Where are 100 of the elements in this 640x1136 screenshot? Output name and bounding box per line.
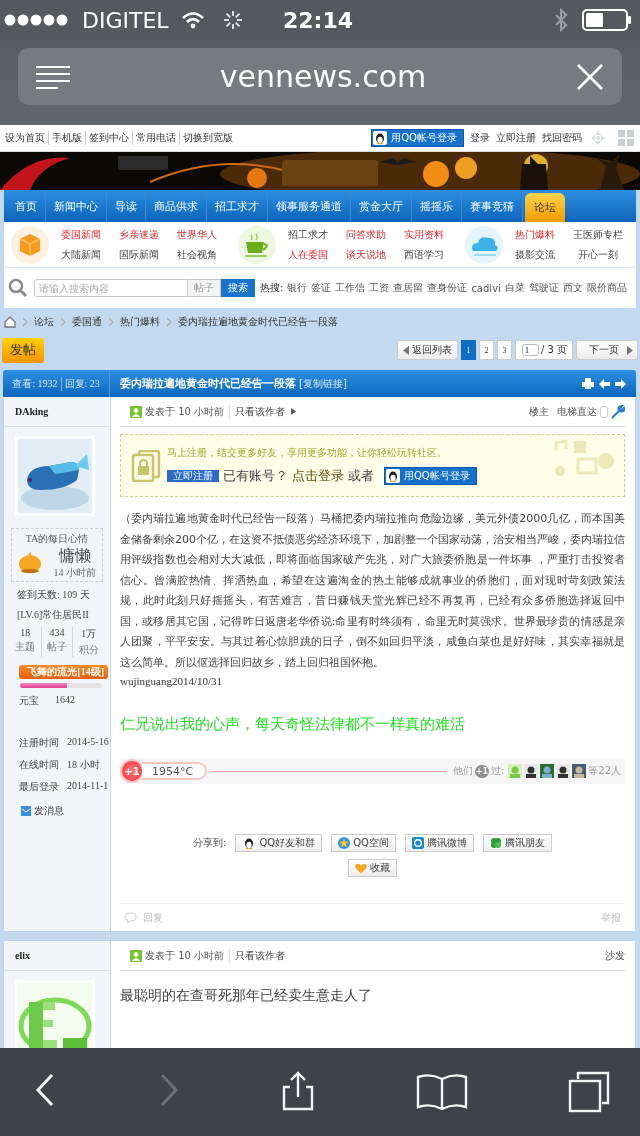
category-link[interactable]: 王医师专栏 [573,227,623,242]
top-link[interactable]: 切换到宽版 [179,131,236,145]
top-link[interactable]: 手机版 [48,131,85,145]
hot-search-link[interactable]: 白菜 [504,281,525,295]
category-link[interactable]: 大陆新闻 [61,247,101,262]
top-link[interactable]: 常用电话 [132,131,179,145]
page-total: / 3 页 [540,343,567,357]
hot-search-link[interactable]: 西文 [562,281,583,295]
page-button[interactable]: 2 [478,340,494,360]
hot-search-link[interactable]: 银行 [287,281,308,295]
hot-search-link[interactable]: 查身份证 [427,281,468,295]
star-icon [338,837,351,849]
category-link[interactable]: 世界华人 [177,227,217,242]
hot-search-link[interactable]: 限价商品 [586,281,627,295]
reply-icon [124,912,137,923]
mail-icon [21,806,31,816]
lock-icon [131,449,161,482]
hot-search-link[interactable]: 工资 [369,281,390,295]
rated-by-label: 他们 [452,764,473,778]
login-link[interactable]: 点击登录 [292,467,344,485]
category-link[interactable]: 国际新闻 [119,247,159,262]
hot-search-link[interactable]: 工作信 [335,281,366,295]
hot-search-link[interactable]: cadivi [471,282,501,294]
wrench-icon[interactable] [611,404,625,419]
category-link[interactable]: 开心一刻 [578,247,618,262]
plus-one-mark: +1 [474,764,489,778]
hot-search-label: 热搜: [260,281,284,295]
menu-icon[interactable] [36,64,70,89]
floor-jump-link[interactable]: 电梯直达 [557,404,597,419]
category-link[interactable]: 人在委国 [288,247,328,262]
book-icon[interactable] [416,1071,468,1113]
close-icon[interactable] [576,62,604,91]
share-button[interactable]: 腾讯朋友 [482,834,552,852]
register-button[interactable]: 立即注册 [167,470,219,482]
nav-tab[interactable]: 论坛 [525,193,565,222]
author-name[interactable]: elix [15,950,30,961]
account-link[interactable]: 登录 [470,131,490,145]
reply-count: 回复: 23 [60,376,103,391]
search-button[interactable]: 搜索 [221,279,255,297]
home-icon[interactable] [4,316,16,328]
page-button[interactable]: 1 [460,340,476,360]
share-button[interactable]: QQ空间 [331,834,396,852]
search-field[interactable]: 请输入搜索内容 [34,279,188,297]
author-name[interactable]: DAking [15,406,49,417]
qq-login-button[interactable]: 用QQ帐号登录 [371,129,464,147]
post-time: 发表于 10 小时前 [145,948,225,963]
qq-login-button[interactable]: 用QQ帐号登录 [384,467,477,485]
tabs-icon[interactable] [568,1071,610,1113]
page-button[interactable]: 3 [496,340,512,360]
or-text: 或者 [348,467,374,485]
category-link[interactable]: 社会视角 [177,247,217,262]
author-only-link[interactable]: 只看该作者 [229,948,286,963]
send-message-link[interactable]: 发消息 [21,804,110,818]
breadcrumb-link[interactable]: 热门爆料 [120,315,160,329]
category-link[interactable]: 乡亲速递 [119,227,159,242]
back-to-list-button[interactable]: 返回列表 [396,340,458,360]
share-icon[interactable] [280,1071,316,1113]
hot-search-link[interactable]: 签证 [311,281,332,295]
share-button[interactable]: 腾讯微博 [404,834,474,852]
category-link[interactable]: 实用资料 [404,227,444,242]
penguin-icon [373,131,388,145]
category-link[interactable]: 问答求助 [346,227,386,242]
breadcrumb-link[interactable]: 委内瑞拉遍地黄金时代已经告一段落 [178,315,338,329]
top-link[interactable]: 设为首页 [2,131,48,145]
top-link[interactable]: 签到中心 [85,131,132,145]
floor-input[interactable] [600,405,608,418]
category-link[interactable]: 谈天说地 [346,247,386,262]
breadcrumb-link[interactable]: 论坛 [34,315,54,329]
chevron-icon [108,317,114,327]
category-link[interactable]: 热门爆料 [515,227,555,242]
new-post-button[interactable]: 发帖 [2,337,44,363]
category-link[interactable]: 摄影交流 [515,247,555,262]
view-count: 查看: 1932 [11,376,59,391]
checkin-days: 签到天数: 109 天 [17,588,110,602]
battery-icon [582,9,632,31]
category-link[interactable]: 招工求才 [288,227,328,242]
hot-search-link[interactable]: 驾驶证 [528,281,559,295]
account-link[interactable]: 找回密码 [542,131,582,145]
breadcrumb-link[interactable]: 委国通 [72,315,102,329]
print-icon[interactable] [582,378,594,389]
copy-link[interactable]: [复制链接] [299,376,347,391]
favorite-button[interactable]: 收藏 [348,859,397,877]
next-page-button[interactable]: 下一页 [576,340,638,360]
category-link[interactable]: 委国新闻 [61,227,101,242]
author-only-link[interactable]: 只看该作者 [229,404,286,419]
user-icon [130,405,142,418]
address-bar[interactable]: vennews.com [18,48,622,105]
account-link[interactable]: 立即注册 [496,131,536,145]
arrow-right-icon[interactable] [615,378,626,389]
hot-search-link[interactable]: 查居留 [393,281,424,295]
activity-icon [222,10,243,30]
arrow-left-icon[interactable] [599,378,610,389]
post-body: （委内瑞拉遍地黄金时代已经告一段落）马桶把委内瑞拉推向危险边缘，美元外债2000几亿，而本国美金储备剩余200个亿，在这资不抵债恶劣经济环境下，加剧整一个国家动荡，治安相当严峻，委内瑞拉信用评级指数也会相对大大减低，即将面临国家破产先兆，对广大旅委侨胞是一件坏事 ，严重打击投资者信心。曾满腔热情、挥洒热血，希望在这遍淘金的热土能够成就事业的侨胞们，面对现时苛刻政策法规，此时此刻只好摇摇头，有苦难言，昔日赚钱天堂光辉已经不再复再，已经有众多侨胞选择返回中国，或移居其它国，记得昨日返唐老华侨说:命里有时终须有，命里无时莫强求。世界最珍贵的情感是亲人团聚，平平安安。与其过着心惊胆跳的日子，倒不如回归平淡，咸鱼白菜也是好好味，其实幸福就是这么简单。所以伛选择回归故乡，踏上回归祖国怀抱。 [120,511,625,671]
share-button[interactable]: QQ好友和群 [235,834,323,852]
clover-icon [489,837,502,849]
wifi-icon [180,11,205,29]
caret-icon [627,345,633,355]
page-input[interactable]: 1 [521,344,539,356]
stat-label: 帖子 [47,640,67,654]
category-link[interactable]: 西语学习 [404,247,444,262]
